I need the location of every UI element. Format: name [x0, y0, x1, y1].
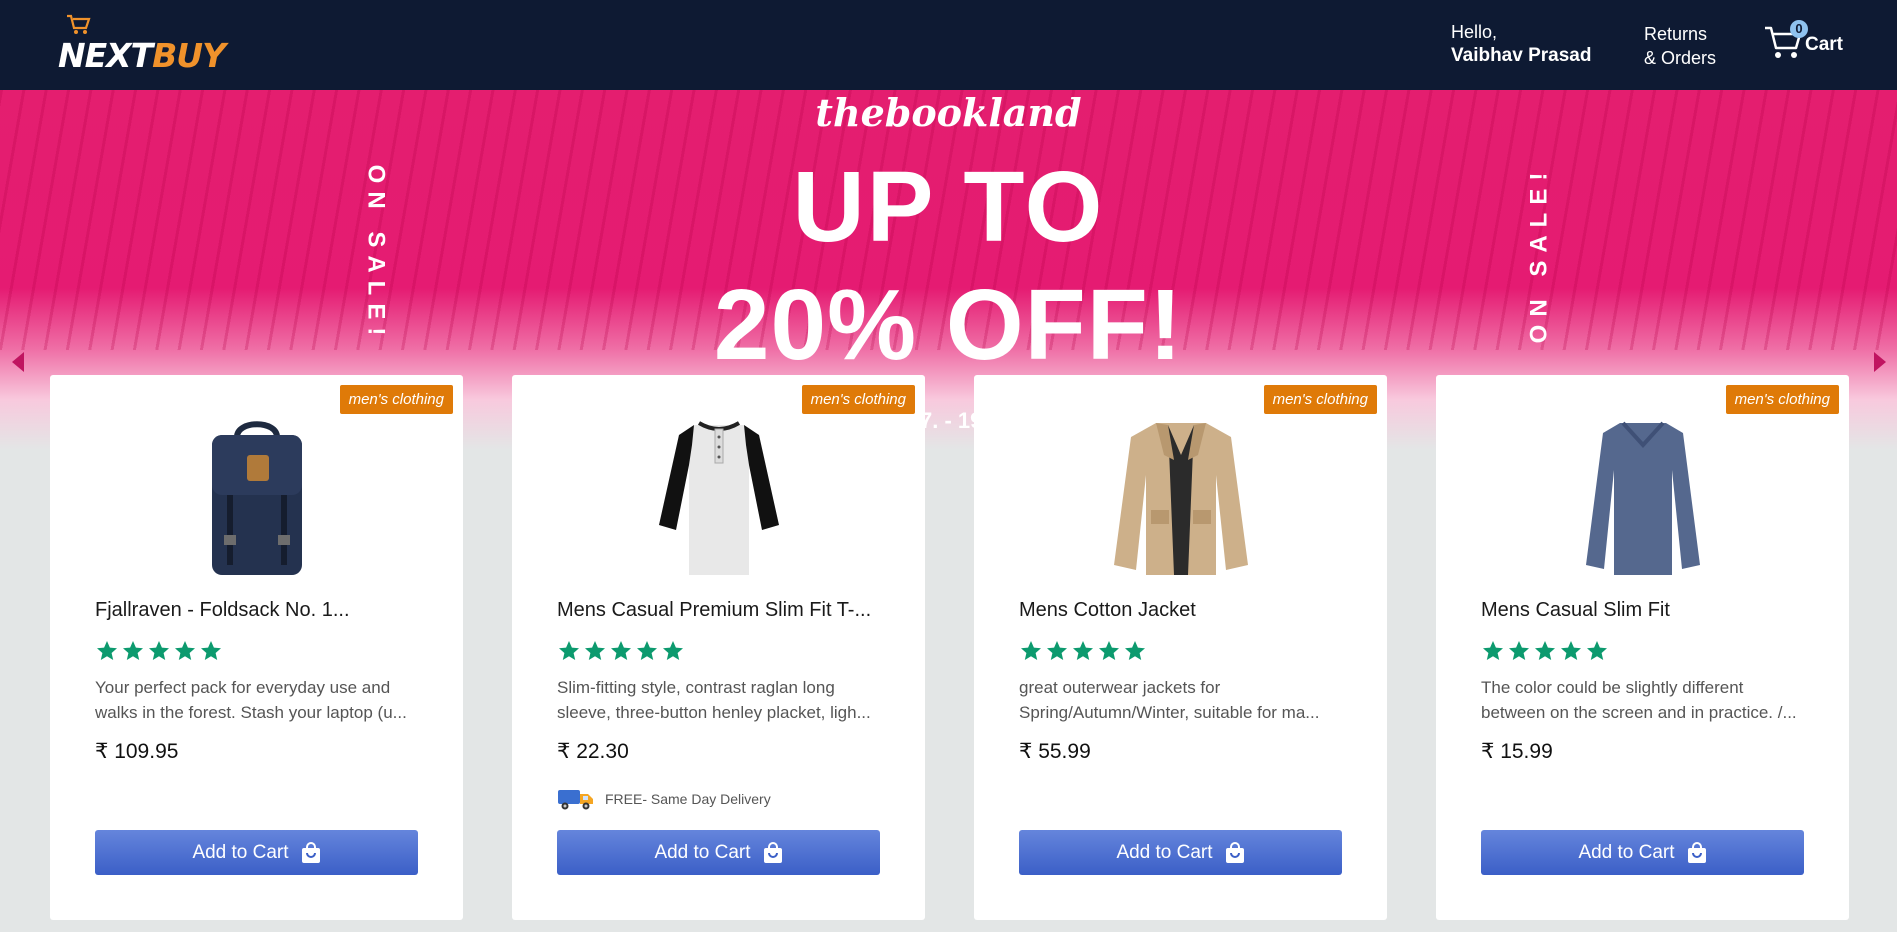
description-line: Spring/Autumn/Winter, suitable for ma... — [1019, 703, 1320, 722]
delivery-info: FREE- Same Day Delivery — [557, 787, 771, 811]
star-icon — [1099, 641, 1119, 660]
star-icon — [1021, 641, 1041, 660]
rating-stars — [1481, 639, 1609, 663]
description-line: walks in the forest. Stash your laptop (… — [95, 703, 407, 722]
star-icon — [97, 641, 117, 660]
cart-label: Cart — [1805, 34, 1844, 55]
add-to-cart-label: Add to Cart — [1116, 841, 1213, 863]
product-description: Your perfect pack for everyday use and w… — [95, 675, 425, 725]
shopping-bag-icon — [763, 841, 782, 863]
banner-side-text-left: ON SALE! — [362, 164, 390, 344]
star-icon — [1483, 641, 1503, 660]
product-image[interactable] — [1436, 415, 1849, 575]
banner-side-text-right: ON SALE! — [1525, 164, 1553, 344]
shopping-bag-icon — [1687, 841, 1706, 863]
logo-buy-text: BUY — [152, 36, 226, 75]
star-icon — [1073, 641, 1093, 660]
star-icon — [1561, 641, 1581, 660]
add-to-cart-button[interactable]: Add to Cart — [1019, 830, 1342, 875]
product-card[interactable]: men's clothing Mens Cotton Jacket great … — [974, 375, 1387, 920]
category-badge: men's clothing — [339, 385, 453, 414]
carousel-next-arrow-icon[interactable] — [1874, 352, 1886, 372]
product-image[interactable] — [512, 415, 925, 575]
product-description: Slim-fitting style, contrast raglan long… — [557, 675, 887, 725]
logo-cart-icon — [67, 14, 91, 34]
shopping-bag-icon — [1225, 841, 1244, 863]
account-greeting[interactable]: Hello, Vaibhav Prasad — [1451, 21, 1591, 69]
star-icon — [1535, 641, 1555, 660]
rating-stars — [1019, 639, 1147, 663]
add-to-cart-label: Add to Cart — [654, 841, 751, 863]
banner-headline-1: UP TO — [792, 151, 1105, 263]
star-icon — [663, 641, 683, 660]
jacket-image — [1113, 423, 1248, 575]
add-to-cart-label: Add to Cart — [192, 841, 289, 863]
greeting-text: Hello, — [1451, 22, 1498, 42]
description-line: The color could be slightly different — [1481, 678, 1744, 697]
product-price: ₹ 109.95 — [95, 740, 179, 763]
description-line: great outerwear jackets for — [1019, 678, 1221, 697]
backpack-image — [211, 421, 302, 575]
star-icon — [1125, 641, 1145, 660]
returns-line1: Returns — [1644, 24, 1708, 44]
add-to-cart-label: Add to Cart — [1578, 841, 1675, 863]
product-title[interactable]: Fjallraven - Foldsack No. 1... — [95, 599, 350, 622]
delivery-truck-icon — [558, 790, 593, 810]
star-icon — [1047, 641, 1067, 660]
tshirt-image — [658, 421, 779, 575]
star-icon — [175, 641, 195, 660]
cart-button[interactable]: 0 Cart — [1763, 20, 1873, 66]
nextbuy-logo[interactable]: NEXTBUY — [56, 12, 226, 78]
product-price: ₹ 55.99 — [1019, 740, 1091, 763]
star-icon — [637, 641, 657, 660]
category-badge: men's clothing — [801, 385, 915, 414]
carousel-prev-arrow-icon[interactable] — [12, 352, 24, 372]
product-price: ₹ 22.30 — [557, 740, 629, 763]
star-icon — [559, 641, 579, 660]
product-description: The color could be slightly different be… — [1481, 675, 1811, 725]
sweater-image — [1585, 421, 1700, 575]
star-icon — [1587, 641, 1607, 660]
banner-brand: thebookland — [815, 90, 1082, 135]
user-name: Vaibhav Prasad — [1451, 45, 1592, 66]
product-card[interactable]: men's clothing Fjallraven - Foldsack No.… — [50, 375, 463, 920]
top-navbar: NEXTBUY Hello, Vaibhav Prasad Returns & … — [0, 0, 1897, 90]
delivery-text: FREE- Same Day Delivery — [605, 791, 771, 807]
description-line: Slim-fitting style, contrast raglan long — [557, 678, 835, 697]
shopping-bag-icon — [301, 841, 320, 863]
banner-headline-2: 20% OFF! — [713, 269, 1184, 381]
description-line: sleeve, three-button henley placket, lig… — [557, 703, 871, 722]
product-title[interactable]: Mens Cotton Jacket — [1019, 599, 1196, 622]
star-icon — [585, 641, 605, 660]
star-icon — [1509, 641, 1529, 660]
star-icon — [149, 641, 169, 660]
rating-stars — [557, 639, 685, 663]
add-to-cart-button[interactable]: Add to Cart — [557, 830, 880, 875]
description-line: between on the screen and in practice. /… — [1481, 703, 1797, 722]
logo-next-text: NEXT — [58, 36, 153, 75]
rating-stars — [95, 639, 223, 663]
returns-orders-link[interactable]: Returns & Orders — [1644, 22, 1716, 70]
category-badge: men's clothing — [1725, 385, 1839, 414]
category-badge: men's clothing — [1263, 385, 1377, 414]
product-image[interactable] — [974, 415, 1387, 575]
product-price: ₹ 15.99 — [1481, 740, 1553, 763]
product-card[interactable]: men's clothing Mens Casual Slim Fit The … — [1436, 375, 1849, 920]
product-title[interactable]: Mens Casual Slim Fit — [1481, 599, 1670, 622]
add-to-cart-button[interactable]: Add to Cart — [1481, 830, 1804, 875]
returns-line2: & Orders — [1644, 48, 1717, 68]
product-description: great outerwear jackets for Spring/Autum… — [1019, 675, 1349, 725]
product-card[interactable]: men's clothing Mens Casual Premium Slim … — [512, 375, 925, 920]
product-title[interactable]: Mens Casual Premium Slim Fit T-... — [557, 599, 871, 622]
add-to-cart-button[interactable]: Add to Cart — [95, 830, 418, 875]
star-icon — [611, 641, 631, 660]
star-icon — [201, 641, 221, 660]
product-image[interactable] — [50, 415, 463, 575]
description-line: Your perfect pack for everyday use and — [95, 678, 391, 697]
star-icon — [123, 641, 143, 660]
